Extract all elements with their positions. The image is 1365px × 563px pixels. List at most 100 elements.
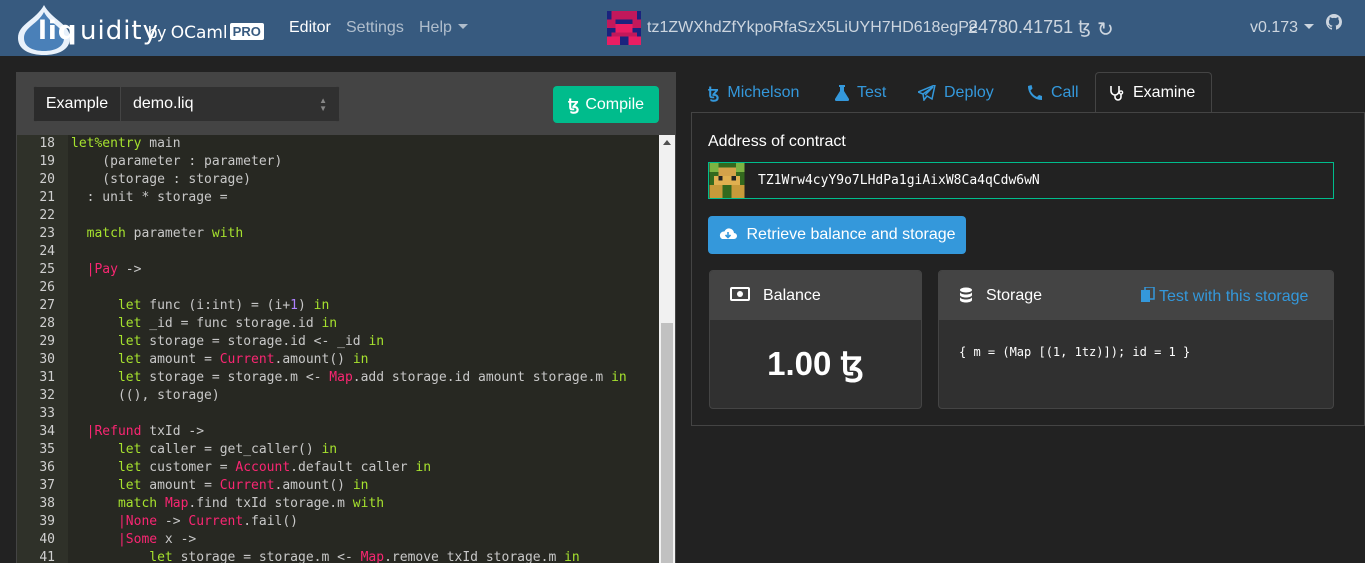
code-text: |Refund txId -> — [86, 424, 205, 439]
code-text: |Some x -> — [117, 532, 197, 547]
code-line[interactable]: 19 (parameter : parameter) — [17, 153, 658, 171]
version-dropdown[interactable]: v0.173 — [1250, 19, 1315, 37]
code-line[interactable]: 39 |None -> Current.fail() — [17, 513, 658, 531]
account-address[interactable]: tz1ZWXhdZfYkpoRfaSzX5LiUYH7HD618egPe — [647, 19, 978, 37]
example-label: Example — [33, 86, 121, 122]
code-text: (storage : storage) — [71, 172, 252, 187]
code-text: : unit * storage = — [71, 190, 228, 205]
stethoscope-icon — [1110, 86, 1124, 101]
tab-test[interactable]: Test — [835, 72, 886, 113]
line-number: 28 — [39, 316, 55, 331]
contract-identicon — [709, 163, 745, 198]
line-number: 35 — [39, 442, 55, 457]
code-line[interactable]: 36 let customer = Account.default caller… — [17, 459, 658, 477]
tab-examine-label: Examine — [1133, 84, 1196, 101]
code-line[interactable]: 22 — [17, 207, 658, 225]
code-line[interactable]: 18 let%entry main — [17, 135, 658, 153]
address-label: Address of contract — [708, 133, 846, 150]
code-line[interactable]: 26 — [17, 279, 658, 297]
editor-scrollbar[interactable] — [659, 135, 675, 563]
example-file-value: demo.liq — [133, 95, 194, 112]
code-text: let _id = func storage.id in — [117, 316, 338, 331]
example-selector[interactable]: Example demo.liq ▲ ▼ — [33, 86, 340, 122]
storage-value: { m = (Map [(1, 1tz)]); id = 1 } — [959, 345, 1191, 359]
tab-michelson[interactable]: ꜩ Michelson — [708, 72, 799, 113]
code-text: let storage = storage.m <- Map.add stora… — [117, 370, 627, 385]
storage-card: Storage Test with this storage { m = (Ma… — [938, 270, 1334, 409]
scroll-thumb[interactable] — [661, 323, 673, 563]
line-number: 26 — [39, 280, 55, 295]
code-editor[interactable]: 18 let%entry main 19 (parameter : paramete… — [17, 135, 675, 563]
line-number: 30 — [39, 352, 55, 367]
code-line[interactable]: 32 ((), storage) — [17, 387, 658, 405]
line-number: 34 — [39, 424, 55, 439]
code-line[interactable]: 33 — [17, 405, 658, 423]
brand-ocaml-text: OCaml — [170, 23, 228, 43]
tab-deploy[interactable]: Deploy — [918, 72, 994, 113]
code-line[interactable]: 27 let func (i:int) = (i+1) in — [17, 297, 658, 315]
code-text: let customer = Account.default caller in — [117, 460, 432, 475]
line-number: 21 — [39, 190, 55, 205]
code-text: |Pay -> — [86, 262, 142, 277]
code-line[interactable]: 40 |Some x -> — [17, 531, 658, 549]
line-number: 19 — [39, 154, 55, 169]
code-line[interactable]: 28 let _id = func storage.id in — [17, 315, 658, 333]
line-number: 29 — [39, 334, 55, 349]
code-text: let storage = storage.m <- Map.remove tx… — [149, 550, 580, 563]
line-number: 31 — [39, 370, 55, 385]
balance-value: 1.00 ꜩ — [767, 345, 864, 382]
code-text: match Map.find txId storage.m with — [117, 496, 385, 511]
code-line[interactable]: 38 match Map.find txId storage.m with — [17, 495, 658, 513]
tab-examine[interactable]: Examine — [1095, 72, 1212, 113]
code-line[interactable]: 25 |Pay -> — [17, 261, 658, 279]
chevron-down-icon — [457, 24, 468, 29]
line-number: 41 — [39, 550, 55, 563]
database-icon — [960, 287, 972, 303]
nav-editor[interactable]: Editor — [289, 19, 331, 37]
tezos-icon: ꜩ — [567, 96, 580, 114]
scroll-up-arrow-icon[interactable] — [663, 140, 671, 145]
navbar: liq uidity by OCaml PRO Editor Settings H… — [0, 0, 1365, 56]
line-number: 37 — [39, 478, 55, 493]
flask-icon — [835, 84, 849, 101]
code-text: let caller = get_caller() in — [117, 442, 338, 457]
chevron-down-icon — [1304, 24, 1315, 29]
copy-icon — [1141, 286, 1155, 302]
code-line[interactable]: 31 let storage = storage.m <- Map.add st… — [17, 369, 658, 387]
line-number: 32 — [39, 388, 55, 403]
compile-label: Compile — [585, 95, 645, 113]
line-number: 20 — [39, 172, 55, 187]
line-number: 18 — [39, 136, 55, 151]
nav-help[interactable]: Help — [419, 19, 468, 37]
retrieve-button[interactable]: Retrieve balance and storage — [708, 216, 966, 254]
code-line[interactable]: 29 let storage = storage.id <- _id in — [17, 333, 658, 351]
example-file-select[interactable]: demo.liq ▲ ▼ — [121, 86, 340, 122]
account-identicon[interactable] — [607, 10, 641, 46]
phone-icon — [1028, 84, 1042, 100]
test-with-storage-link[interactable]: Test with this storage — [1141, 286, 1308, 306]
money-bill-icon — [730, 287, 750, 301]
tab-call[interactable]: Call — [1027, 72, 1079, 113]
code-line[interactable]: 24 — [17, 243, 658, 261]
tab-michelson-label: Michelson — [727, 83, 800, 101]
code-line[interactable]: 34 |Refund txId -> — [17, 423, 658, 441]
code-line[interactable]: 30 let amount = Current.amount() in — [17, 351, 658, 369]
refresh-icon[interactable]: ↻ — [1097, 17, 1114, 42]
nav-settings[interactable]: Settings — [346, 19, 404, 37]
contract-address-field[interactable]: TZ1Wrw4cyY9o7LHdPa1giAixW8Ca4qCdw6wN — [708, 162, 1334, 199]
code-line[interactable]: 20 (storage : storage) — [17, 171, 658, 189]
code-line[interactable]: 23 match parameter with — [17, 225, 658, 243]
storage-card-header: Storage Test with this storage — [939, 271, 1333, 320]
contract-address-value: TZ1Wrw4cyY9o7LHdPa1giAixW8Ca4qCdw6wN — [758, 173, 1040, 188]
code-line[interactable]: 37 let amount = Current.amount() in — [17, 477, 658, 495]
code-text: ((), storage) — [71, 388, 220, 403]
github-icon[interactable] — [1326, 14, 1342, 30]
code-line[interactable]: 35 let caller = get_caller() in — [17, 441, 658, 459]
code-line[interactable]: 21 : unit * storage = — [17, 189, 658, 207]
paper-plane-icon — [918, 84, 936, 101]
code-line[interactable]: 41 let storage = storage.m <- Map.remove… — [17, 549, 658, 563]
code-text: let func (i:int) = (i+1) in — [117, 298, 330, 313]
balance-card-header: Balance — [710, 271, 921, 320]
brand-by-text: by — [148, 23, 166, 42]
compile-button[interactable]: ꜩ Compile — [553, 86, 659, 123]
